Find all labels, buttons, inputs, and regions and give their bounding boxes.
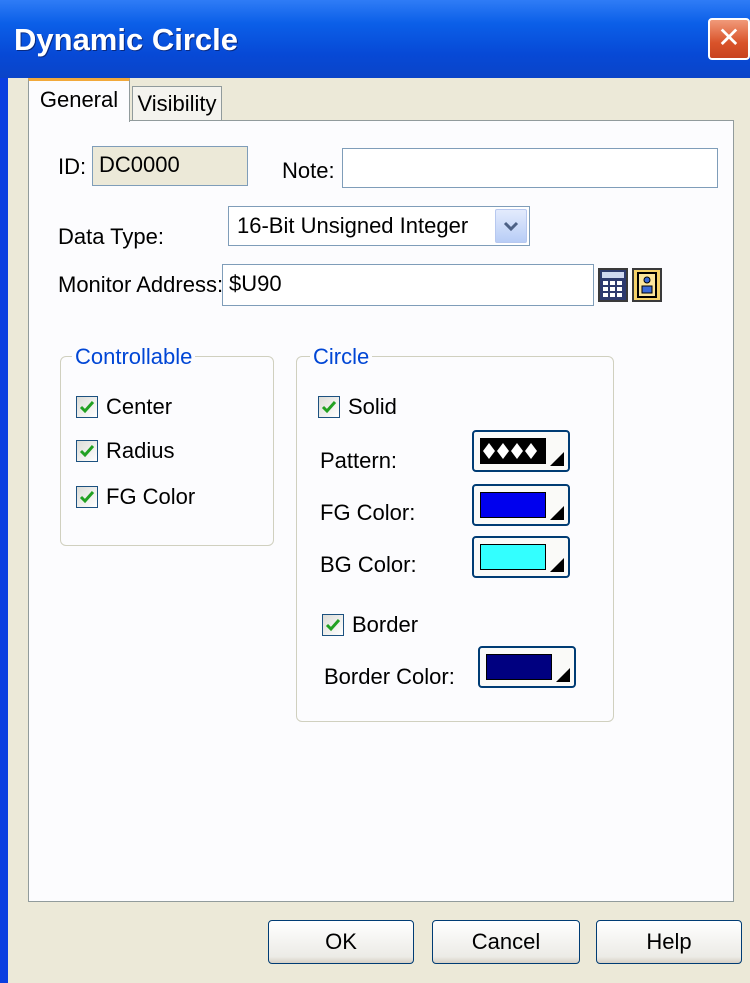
- pattern-swatch: [480, 438, 546, 464]
- id-label: ID:: [58, 154, 87, 179]
- pattern-label: Pattern:: [320, 448, 398, 473]
- fg-color-swatch: [480, 492, 546, 518]
- data-type-value: 16-Bit Unsigned Integer: [237, 213, 469, 238]
- window-title: Dynamic Circle: [14, 22, 238, 57]
- id-field: DC0000: [92, 146, 248, 186]
- chevron-down-icon[interactable]: [495, 209, 527, 243]
- data-type-label: Data Type:: [58, 224, 164, 249]
- fg-color-label: FG Color:: [320, 500, 416, 525]
- solid-label: Solid: [348, 394, 397, 419]
- title-bar[interactable]: Dynamic Circle ✕: [0, 0, 750, 78]
- tag-browse-icon[interactable]: [632, 268, 662, 302]
- controllable-group-title: Controllable: [72, 344, 196, 370]
- tab-visibility[interactable]: Visibility: [132, 86, 222, 122]
- dropdown-triangle-icon: [556, 668, 570, 682]
- tab-general[interactable]: General: [28, 78, 130, 122]
- dropdown-triangle-icon: [550, 558, 564, 572]
- help-button[interactable]: Help: [596, 920, 742, 964]
- border-color-button[interactable]: [478, 646, 576, 688]
- dropdown-triangle-icon: [550, 452, 564, 466]
- border-label: Border: [352, 612, 419, 637]
- circle-group-title: Circle: [310, 344, 373, 370]
- radius-label: Radius: [106, 438, 175, 463]
- monitor-address-label: Monitor Address:: [58, 272, 224, 297]
- tab-general-label: General: [39, 87, 119, 112]
- solid-checkbox[interactable]: [318, 396, 340, 418]
- border-checkbox[interactable]: [322, 614, 344, 636]
- pattern-button[interactable]: [472, 430, 570, 472]
- center-label: Center: [106, 394, 173, 419]
- bg-color-label: BG Color:: [320, 552, 417, 577]
- close-button[interactable]: ✕: [708, 18, 750, 60]
- radius-checkbox[interactable]: [76, 440, 98, 462]
- calculator-icon[interactable]: [598, 268, 628, 302]
- center-checkbox[interactable]: [76, 396, 98, 418]
- bg-color-button[interactable]: [472, 536, 570, 578]
- fg-color-controllable-label: FG Color: [106, 484, 196, 509]
- border-color-swatch: [486, 654, 552, 680]
- fg-color-button[interactable]: [472, 484, 570, 526]
- monitor-address-field[interactable]: $U90: [222, 264, 594, 306]
- close-icon: ✕: [717, 21, 741, 54]
- ok-button[interactable]: OK: [268, 920, 414, 964]
- bg-color-swatch: [480, 544, 546, 570]
- fg-color-checkbox[interactable]: [76, 486, 98, 508]
- dropdown-triangle-icon: [550, 506, 564, 520]
- border-color-label: Border Color:: [324, 664, 455, 689]
- data-type-select[interactable]: 16-Bit Unsigned Integer: [228, 206, 530, 246]
- tab-visibility-label: Visibility: [137, 91, 217, 116]
- note-label: Note:: [282, 158, 335, 183]
- cancel-button[interactable]: Cancel: [432, 920, 580, 964]
- note-field[interactable]: [342, 148, 718, 188]
